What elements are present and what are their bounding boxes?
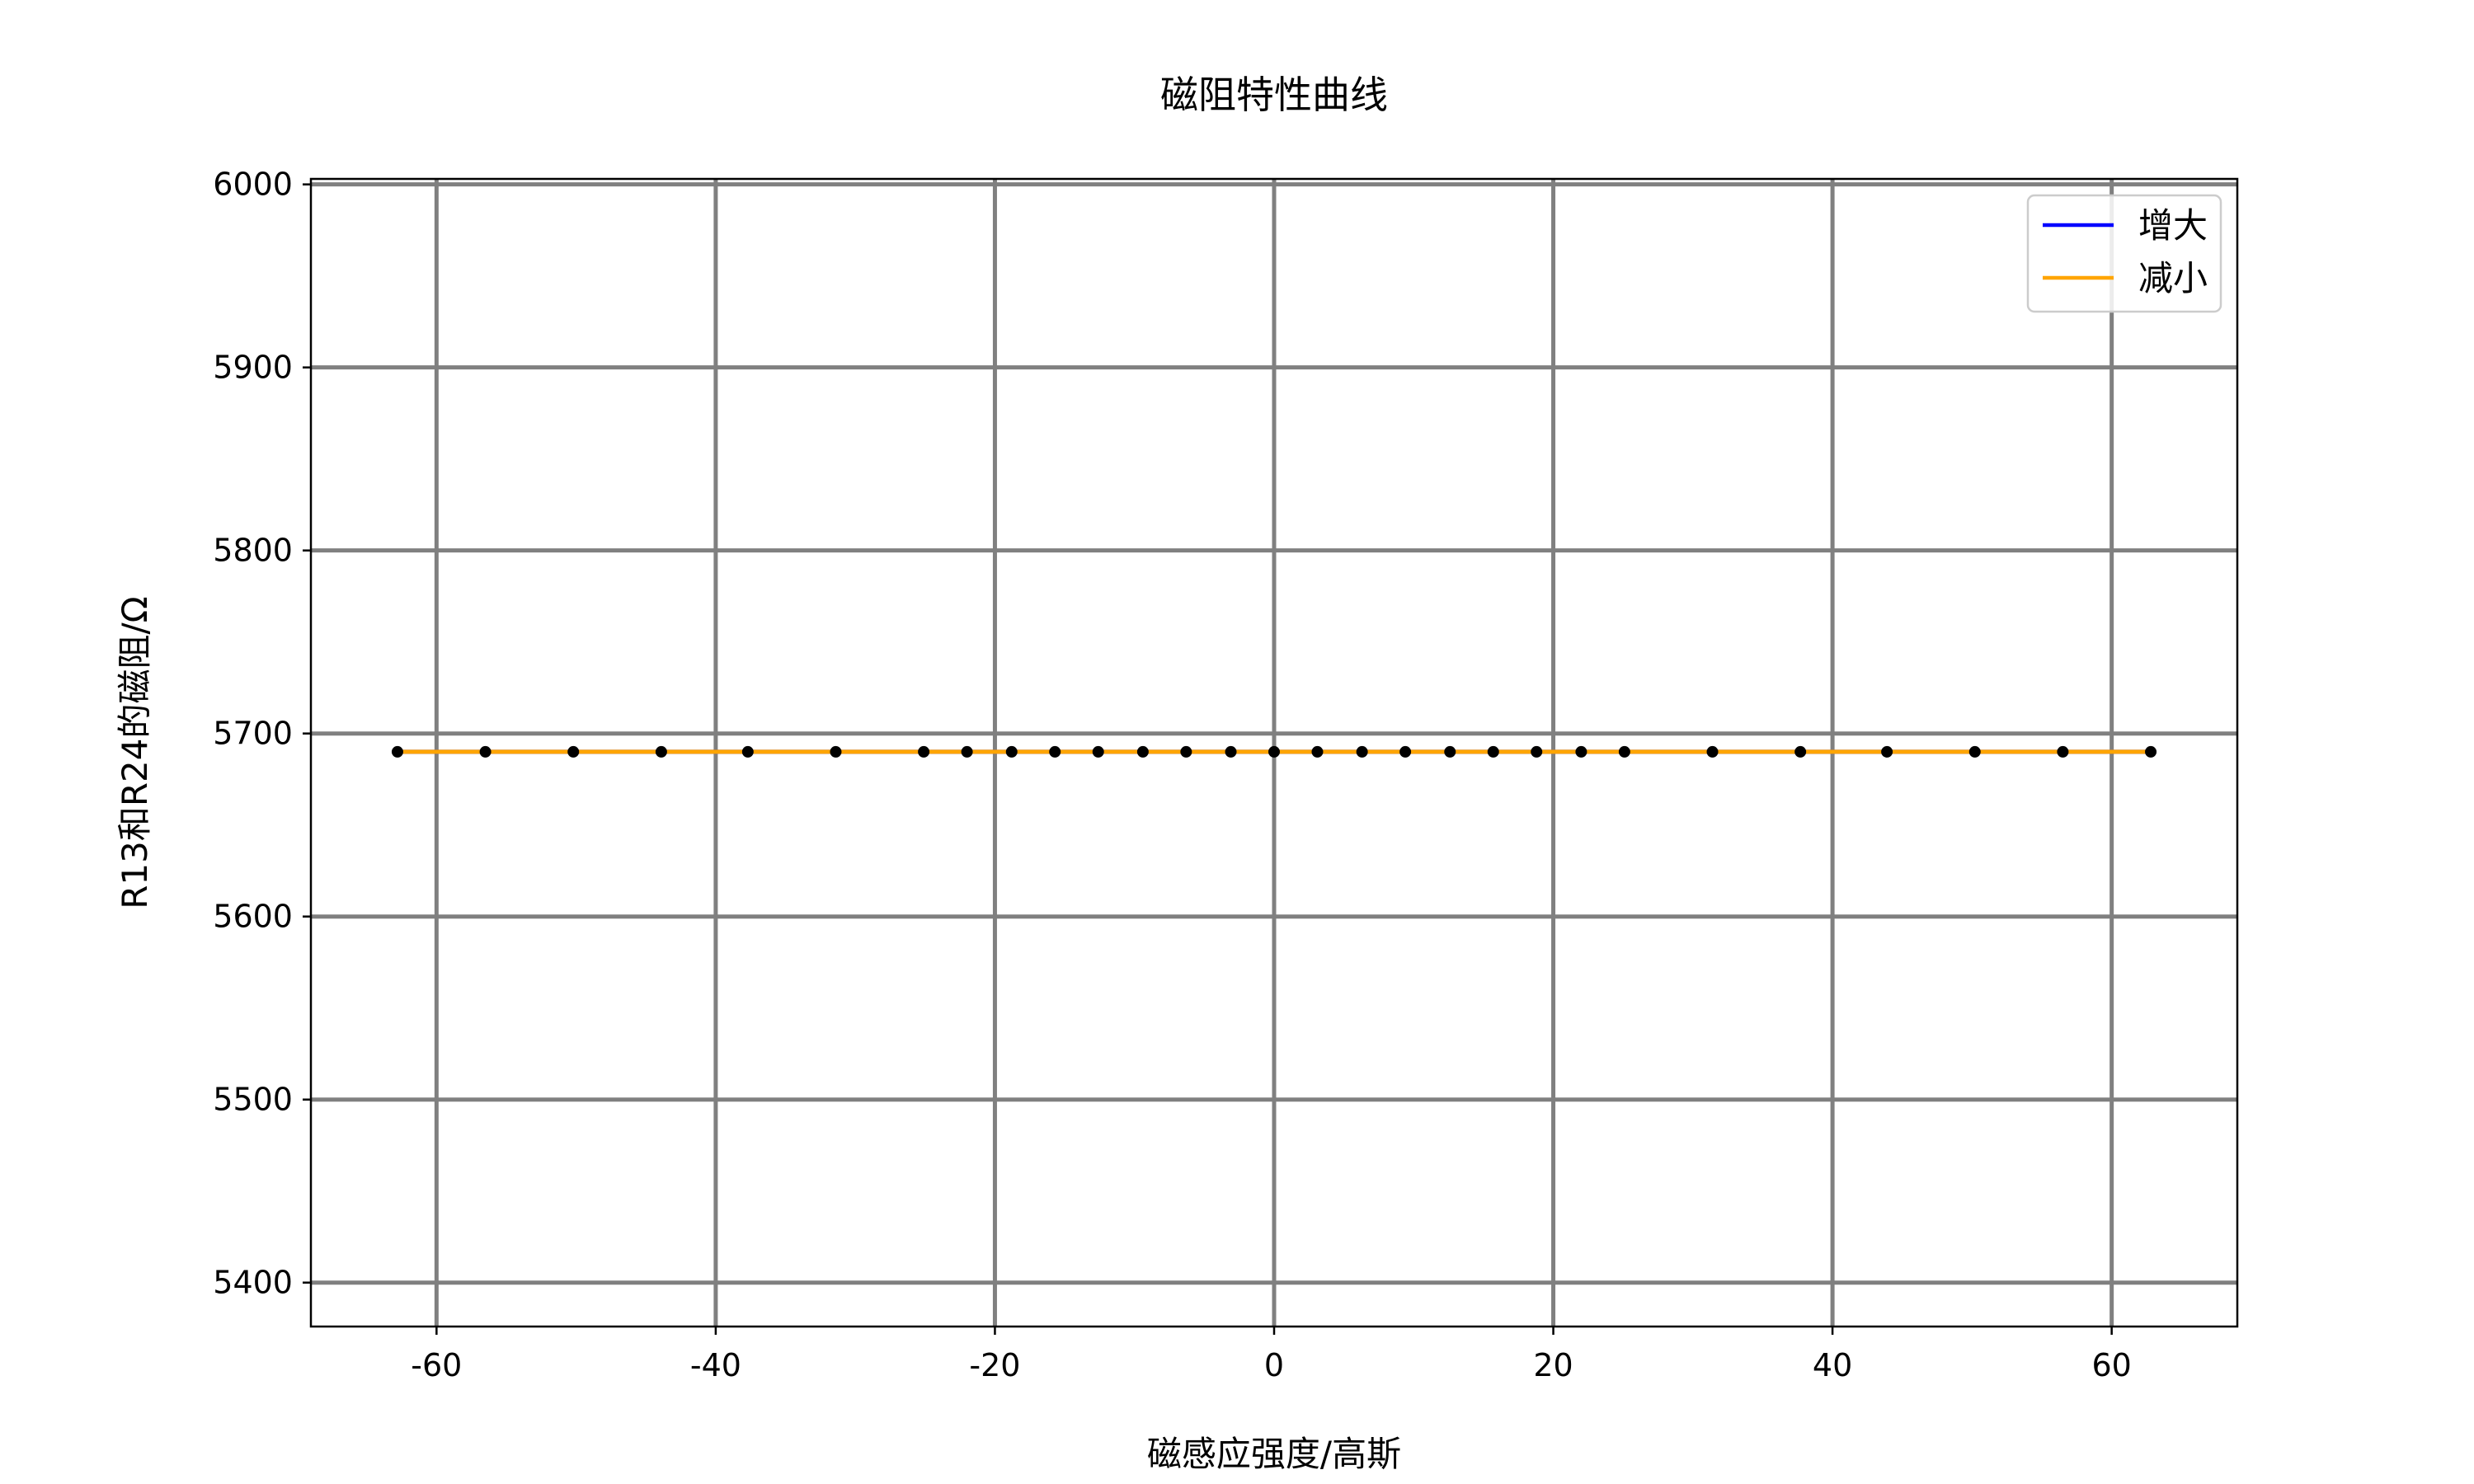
data-point	[1049, 745, 1061, 758]
data-point	[1225, 745, 1237, 758]
data-point	[2057, 745, 2069, 758]
legend-label-decrease: 减小	[2138, 258, 2208, 298]
y-tick-label: 5600	[213, 899, 293, 935]
y-tick-label: 5400	[213, 1265, 293, 1301]
data-point	[1444, 745, 1456, 758]
data-point	[1575, 745, 1587, 758]
x-axis-label: 磁感应强度/高斯	[1147, 1434, 1401, 1474]
x-tick-label: 20	[1533, 1347, 1573, 1383]
legend-label-increase: 增大	[2138, 205, 2208, 246]
chart-title: 磁阻特性曲线	[1160, 73, 1388, 117]
data-point	[1136, 745, 1149, 758]
data-point	[2145, 745, 2157, 758]
y-tick-label: 5500	[213, 1082, 293, 1118]
data-point	[1881, 745, 1893, 758]
data-point	[567, 745, 580, 758]
data-point	[655, 745, 667, 758]
y-tick-label: 5700	[213, 716, 293, 752]
data-point	[1268, 745, 1280, 758]
y-tick-label: 6000	[213, 167, 293, 203]
tick-layer: -60 -40 -20 0 20 40 60 5400 5500 5600 5700 5800 5900…	[213, 167, 2132, 1383]
y-tick-label: 5900	[213, 350, 293, 386]
data-point	[1005, 745, 1018, 758]
data-point	[1356, 745, 1368, 758]
data-point	[961, 745, 973, 758]
series-layer	[391, 745, 2157, 758]
y-tick-label: 5800	[213, 533, 293, 569]
x-tick-label: 0	[1264, 1347, 1284, 1383]
x-tick-label: -60	[411, 1347, 462, 1383]
data-point	[1092, 745, 1104, 758]
y-axis-label: R13和R24的磁阻/Ω	[115, 596, 155, 909]
data-point	[1968, 745, 1981, 758]
data-point	[1399, 745, 1412, 758]
data-point	[1618, 745, 1630, 758]
x-tick-label: -20	[969, 1347, 1020, 1383]
data-point	[741, 745, 754, 758]
data-point	[479, 745, 492, 758]
data-point	[1706, 745, 1719, 758]
data-point	[1487, 745, 1499, 758]
data-point	[1794, 745, 1807, 758]
data-point	[1180, 745, 1192, 758]
data-point	[391, 745, 403, 758]
data-point	[830, 745, 842, 758]
data-point	[1311, 745, 1324, 758]
x-tick-label: -40	[690, 1347, 741, 1383]
legend: 增大 减小	[2026, 194, 2222, 313]
x-tick-label: 40	[1813, 1347, 1852, 1383]
data-point	[1531, 745, 1543, 758]
data-point	[918, 745, 930, 758]
magnetoresistance-chart: -60 -40 -20 0 20 40 60 5400 5500 5600 5700 5800 5900…	[115, 73, 2239, 1474]
x-tick-label: 60	[2091, 1347, 2131, 1383]
